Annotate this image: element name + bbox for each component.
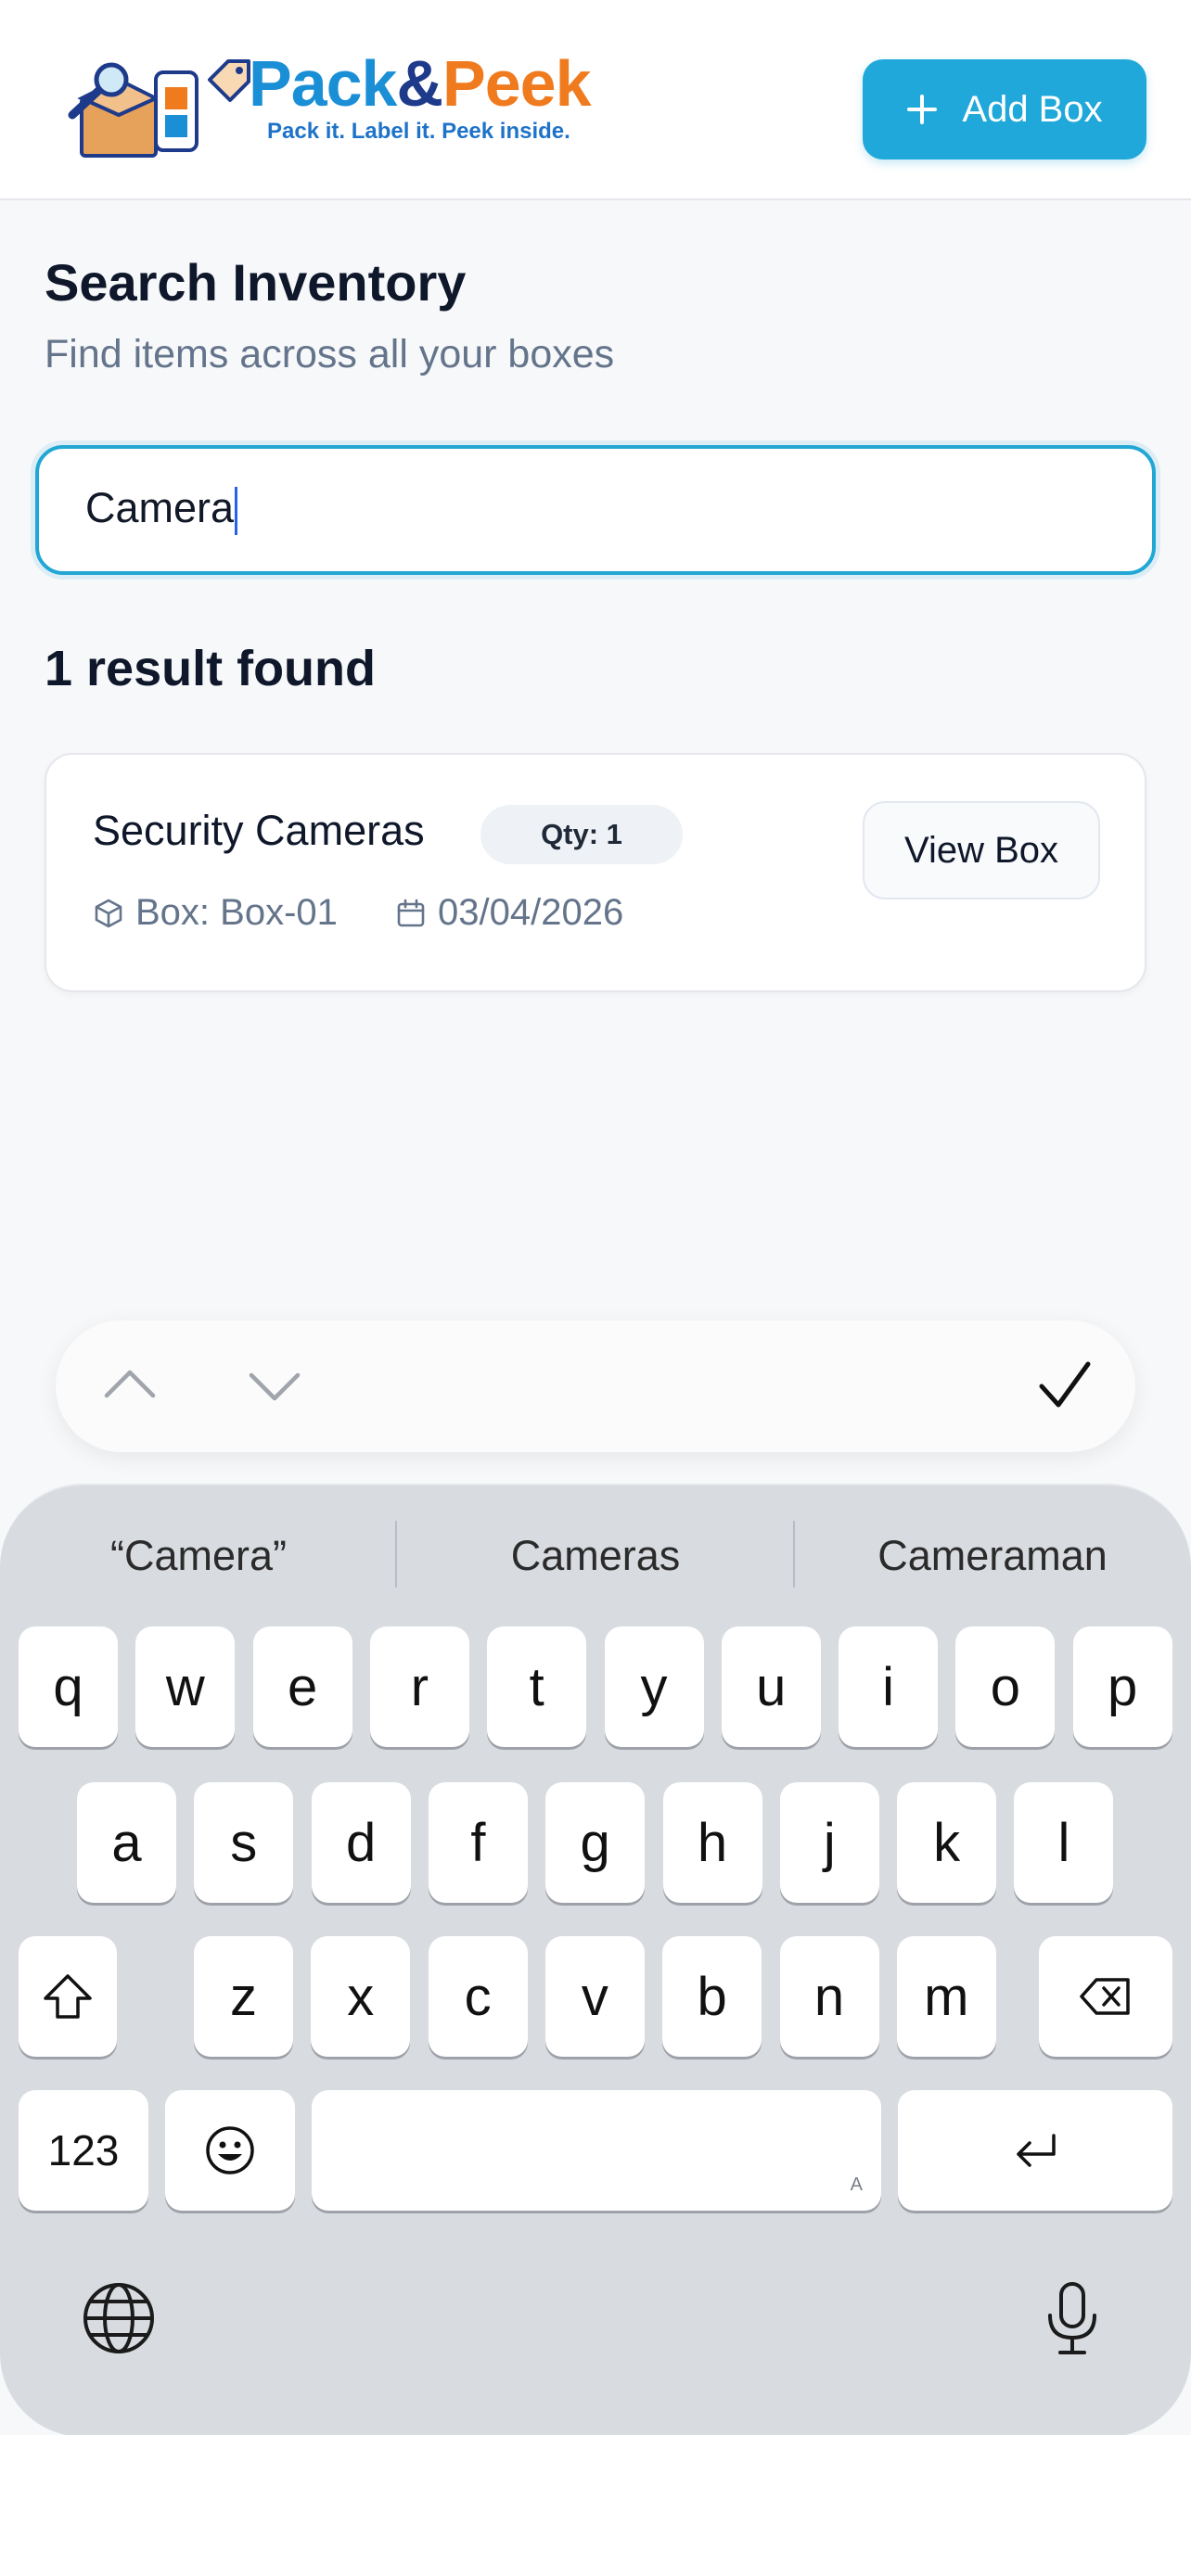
shift-key[interactable]: [19, 1936, 117, 2057]
key-o[interactable]: o: [955, 1626, 1056, 1747]
page-title: Search Inventory: [45, 253, 467, 312]
key-w[interactable]: w: [135, 1626, 236, 1747]
key-p[interactable]: p: [1072, 1626, 1172, 1747]
key-x[interactable]: x: [311, 1936, 411, 2057]
date-meta: 03/04/2026: [395, 892, 623, 934]
key-f[interactable]: f: [428, 1782, 528, 1903]
numbers-key[interactable]: 123: [19, 2090, 148, 2211]
result-count: 1 result found: [45, 641, 377, 696]
delete-key[interactable]: [1039, 1936, 1172, 2057]
return-key[interactable]: [898, 2090, 1172, 2211]
return-icon: [1017, 2134, 1056, 2167]
key-a[interactable]: a: [77, 1782, 176, 1903]
app-logo-title: Pack&Peek: [249, 46, 592, 121]
key-u[interactable]: u: [721, 1626, 821, 1747]
backspace-icon: [1080, 1978, 1130, 2015]
date-label: 03/04/2026: [438, 892, 624, 933]
key-g[interactable]: g: [545, 1782, 646, 1903]
add-box-label: Add Box: [962, 88, 1103, 130]
suggestion-cameras[interactable]: Cameras: [397, 1532, 794, 1580]
key-l[interactable]: l: [1014, 1782, 1114, 1903]
key-c[interactable]: c: [428, 1936, 528, 2057]
suggestion-cameraman[interactable]: Cameraman: [794, 1532, 1191, 1580]
bottom-safe-area: [0, 2435, 1191, 2576]
key-s[interactable]: s: [194, 1782, 294, 1903]
view-box-button[interactable]: View Box: [863, 801, 1100, 899]
logo-peek-text: Peek: [442, 47, 591, 120]
chevron-down-icon: [249, 1372, 301, 1401]
box-logo-icon: [68, 62, 198, 158]
dictation-key[interactable]: [1028, 2274, 1117, 2363]
key-i[interactable]: i: [839, 1626, 939, 1747]
suggestion-quoted[interactable]: “Camera”: [0, 1532, 397, 1580]
cube-icon: [95, 899, 122, 927]
qty-badge: Qty: 1: [480, 805, 683, 864]
search-input-value[interactable]: Camera: [85, 484, 238, 536]
item-name: Security Cameras: [93, 807, 425, 854]
keyboard-accessory-bar: [56, 1320, 1135, 1452]
text-caret: [235, 487, 238, 536]
key-y[interactable]: y: [604, 1626, 704, 1747]
key-k[interactable]: k: [897, 1782, 997, 1903]
globe-key[interactable]: [74, 2274, 163, 2363]
box-label: Box: Box-01: [135, 892, 338, 933]
globe-icon: [83, 2283, 154, 2353]
previous-field-button[interactable]: [93, 1348, 167, 1422]
emoji-key[interactable]: [165, 2090, 295, 2211]
logo-pack-text: Pack: [249, 47, 397, 120]
page-subtitle: Find items across all your boxes: [45, 332, 615, 376]
plus-icon: [907, 95, 938, 124]
add-box-button[interactable]: Add Box: [863, 59, 1146, 159]
key-b[interactable]: b: [662, 1936, 762, 2057]
key-h[interactable]: h: [662, 1782, 762, 1903]
logo-amp-text: &: [396, 47, 443, 120]
search-query-text: Camera: [85, 484, 235, 531]
key-e[interactable]: e: [252, 1626, 352, 1747]
space-key[interactable]: A: [312, 2090, 881, 2211]
key-m[interactable]: m: [896, 1936, 996, 2057]
key-d[interactable]: d: [311, 1782, 411, 1903]
app-tagline: Pack it. Label it. Peek inside.: [267, 119, 570, 144]
chevron-up-icon: [104, 1370, 156, 1398]
result-card: Security Cameras Qty: 1 Box: Box-01 03/0…: [45, 753, 1146, 992]
space-key-hint: A: [850, 2174, 863, 2195]
key-z[interactable]: z: [194, 1936, 293, 2057]
app-header: Pack&Peek Pack it. Label it. Peek inside…: [0, 0, 1191, 200]
microphone-icon: [1048, 2282, 1096, 2354]
key-q[interactable]: q: [19, 1626, 118, 1747]
key-t[interactable]: t: [487, 1626, 587, 1747]
calendar-icon: [397, 899, 425, 926]
next-field-button[interactable]: [237, 1348, 312, 1422]
key-v[interactable]: v: [544, 1936, 645, 2057]
checkmark-icon: [1039, 1361, 1091, 1408]
key-r[interactable]: r: [369, 1626, 469, 1747]
done-button[interactable]: [1028, 1348, 1102, 1422]
emoji-icon: [206, 2126, 254, 2174]
box-meta: Box: Box-01: [93, 892, 338, 934]
shift-icon: [44, 1974, 92, 2019]
key-j[interactable]: j: [779, 1782, 879, 1903]
on-screen-keyboard: “Camera” Cameras Cameraman qwertyuiop as…: [0, 1484, 1191, 2437]
key-n[interactable]: n: [779, 1936, 879, 2057]
search-input[interactable]: Camera: [35, 445, 1156, 575]
